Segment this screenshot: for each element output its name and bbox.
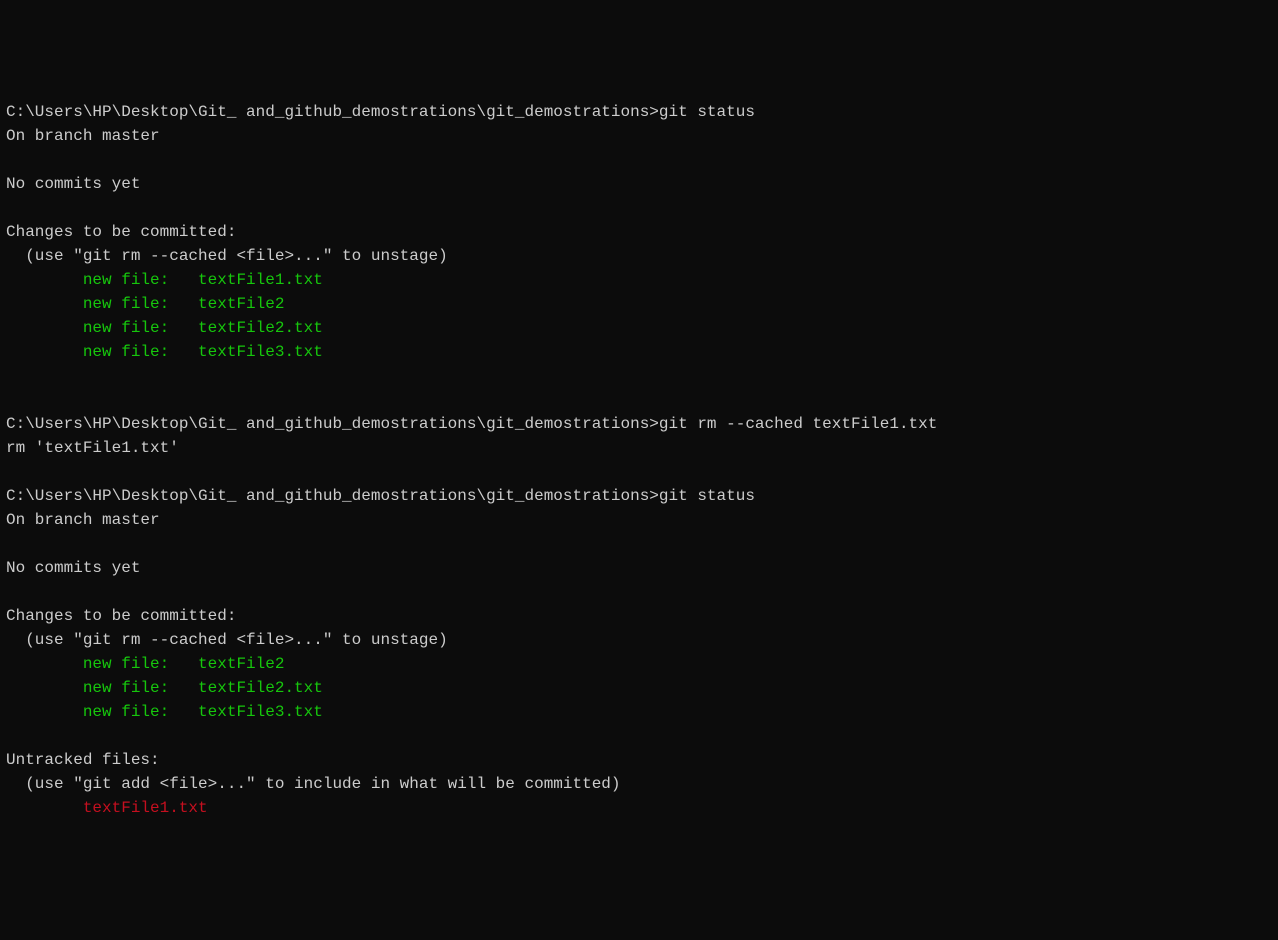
blank-line (6, 196, 1272, 220)
untracked-file: textFile1.txt (6, 796, 1272, 820)
staged-file: new file: textFile2 (6, 652, 1272, 676)
no-commits-line: No commits yet (6, 556, 1272, 580)
terminal-output[interactable]: C:\Users\HP\Desktop\Git_ and_github_demo… (6, 100, 1272, 820)
branch-info: On branch master (6, 124, 1272, 148)
changes-header: Changes to be committed: (6, 220, 1272, 244)
command-text: git rm --cached textFile1.txt (659, 415, 937, 433)
untracked-header: Untracked files: (6, 748, 1272, 772)
blank-line (6, 148, 1272, 172)
prompt-path: C:\Users\HP\Desktop\Git_ and_github_demo… (6, 415, 659, 433)
unstage-hint: (use "git rm --cached <file>..." to unst… (6, 244, 1272, 268)
staged-file: new file: textFile3.txt (6, 700, 1272, 724)
prompt-path: C:\Users\HP\Desktop\Git_ and_github_demo… (6, 103, 659, 121)
blank-line (6, 388, 1272, 412)
staged-file: new file: textFile2 (6, 292, 1272, 316)
rm-output: rm 'textFile1.txt' (6, 436, 1272, 460)
branch-info: On branch master (6, 508, 1272, 532)
prompt-path: C:\Users\HP\Desktop\Git_ and_github_demo… (6, 487, 659, 505)
blank-line (6, 580, 1272, 604)
blank-line (6, 724, 1272, 748)
blank-line (6, 364, 1272, 388)
unstage-hint: (use "git rm --cached <file>..." to unst… (6, 628, 1272, 652)
staged-file: new file: textFile3.txt (6, 340, 1272, 364)
prompt-line: C:\Users\HP\Desktop\Git_ and_github_demo… (6, 412, 1272, 436)
prompt-line: C:\Users\HP\Desktop\Git_ and_github_demo… (6, 100, 1272, 124)
staged-file: new file: textFile2.txt (6, 676, 1272, 700)
command-text: git status (659, 487, 755, 505)
staged-file: new file: textFile1.txt (6, 268, 1272, 292)
changes-header: Changes to be committed: (6, 604, 1272, 628)
no-commits-line: No commits yet (6, 172, 1272, 196)
blank-line (6, 532, 1272, 556)
command-text: git status (659, 103, 755, 121)
prompt-line: C:\Users\HP\Desktop\Git_ and_github_demo… (6, 484, 1272, 508)
staged-file: new file: textFile2.txt (6, 316, 1272, 340)
blank-line (6, 460, 1272, 484)
untracked-hint: (use "git add <file>..." to include in w… (6, 772, 1272, 796)
